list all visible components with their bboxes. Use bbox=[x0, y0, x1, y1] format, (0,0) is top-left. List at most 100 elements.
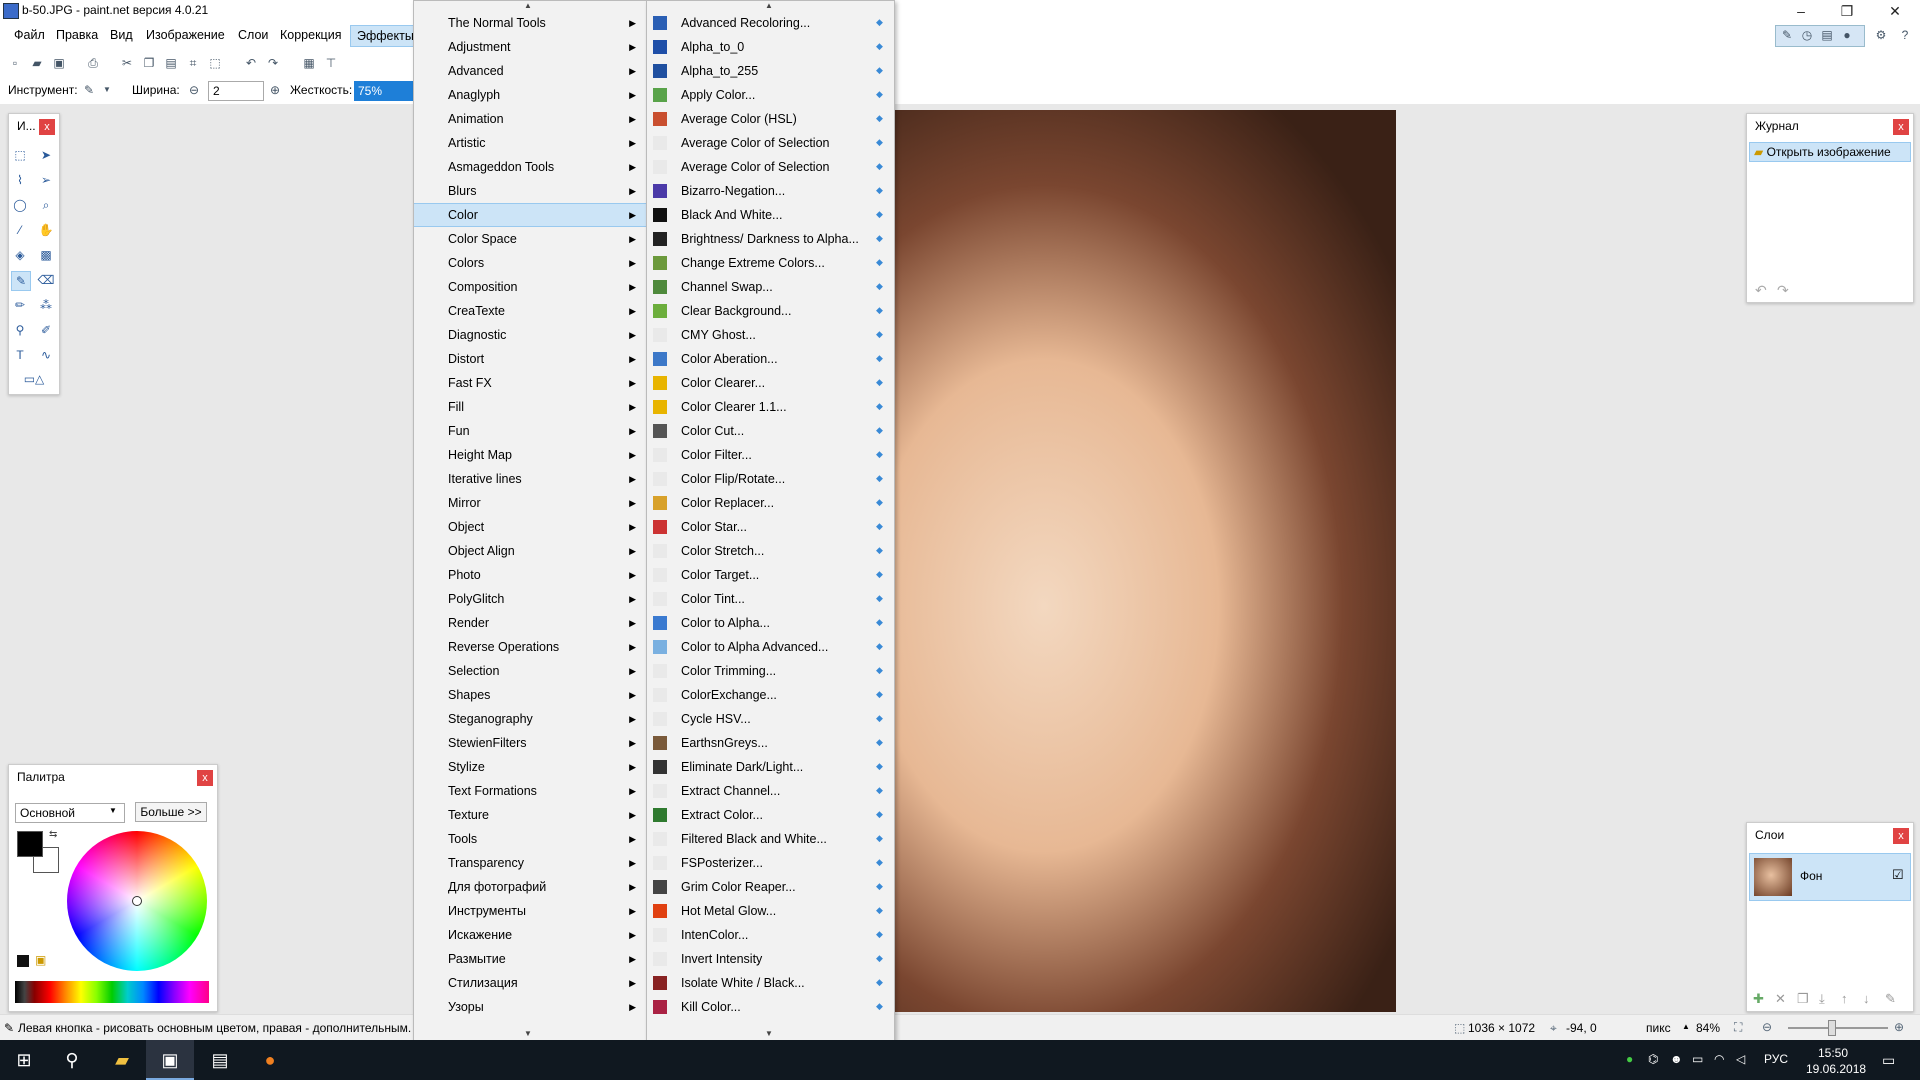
history-panel-close-button[interactable]: x bbox=[1893, 119, 1909, 135]
zoom-tool-icon[interactable]: ⌕ bbox=[37, 196, 55, 214]
color-submenu-item[interactable]: Alpha_to_255 ◆ bbox=[647, 59, 894, 83]
redo-icon[interactable]: ↷ bbox=[266, 56, 280, 70]
undo-icon[interactable]: ↶ bbox=[244, 56, 258, 70]
menu-file[interactable]: Файл bbox=[8, 28, 51, 42]
tray-people-icon[interactable]: ☻ bbox=[1670, 1052, 1683, 1066]
gradient-tool-icon[interactable]: ▩ bbox=[37, 246, 55, 264]
color-submenu-item[interactable]: Hot Metal Glow... ◆ bbox=[647, 899, 894, 923]
effects-menu-item[interactable]: Diagnostic ▶ bbox=[414, 323, 646, 347]
more-colors-button[interactable]: Больше >> bbox=[135, 802, 207, 822]
zoom-out-icon[interactable]: ⊖ bbox=[1762, 1020, 1772, 1034]
zoom-to-window-icon[interactable]: ⛶ bbox=[1734, 1020, 1742, 1035]
width-input[interactable]: 2 bbox=[208, 81, 264, 101]
color-submenu-item[interactable]: Color to Alpha Advanced... ◆ bbox=[647, 635, 894, 659]
effects-menu-item[interactable]: Advanced ▶ bbox=[414, 59, 646, 83]
layer-row[interactable]: Фон ☑ bbox=[1749, 853, 1911, 901]
magic-wand-tool-icon[interactable]: ⁄ bbox=[11, 221, 29, 239]
effects-menu-item[interactable]: Composition ▶ bbox=[414, 275, 646, 299]
color-wheel-cursor[interactable] bbox=[132, 896, 142, 906]
effects-menu-item[interactable]: Animation ▶ bbox=[414, 107, 646, 131]
primary-color-swatch[interactable] bbox=[17, 831, 43, 857]
color-submenu-item[interactable]: Channel Swap... ◆ bbox=[647, 275, 894, 299]
effects-menu-item[interactable]: Tools ▶ bbox=[414, 827, 646, 851]
color-submenu-item[interactable]: Color Tint... ◆ bbox=[647, 587, 894, 611]
tray-volume-icon[interactable]: ◁ bbox=[1736, 1052, 1745, 1066]
paste-icon[interactable]: ▤ bbox=[164, 56, 178, 70]
grid-icon[interactable]: ▦ bbox=[302, 56, 316, 70]
units-selector[interactable]: пикс bbox=[1646, 1021, 1671, 1035]
decrease-width-icon[interactable]: ⊖ bbox=[187, 83, 201, 97]
palette-panel-close-button[interactable]: x bbox=[197, 770, 213, 786]
tray-app-icon[interactable]: ● bbox=[1626, 1052, 1633, 1066]
cut-icon[interactable]: ✂ bbox=[120, 56, 134, 70]
effects-menu-item[interactable]: Blurs ▶ bbox=[414, 179, 646, 203]
color-picker-tool-icon[interactable]: ⁂ bbox=[37, 296, 55, 314]
scroll-up-arrow[interactable]: ▲ bbox=[524, 1, 532, 10]
effects-menu-item[interactable]: The Normal Tools ▶ bbox=[414, 11, 646, 35]
chevron-down-icon[interactable]: ▼ bbox=[109, 806, 117, 815]
layer-visibility-checkbox[interactable]: ☑ bbox=[1892, 867, 1904, 883]
effects-menu-item[interactable]: Инструменты ▶ bbox=[414, 899, 646, 923]
effects-menu-item[interactable]: CreaTexte ▶ bbox=[414, 299, 646, 323]
recolor-tool-icon[interactable]: ✐ bbox=[37, 321, 55, 339]
effects-menu-item[interactable]: Photo ▶ bbox=[414, 563, 646, 587]
search-icon[interactable]: ⚲ bbox=[48, 1040, 96, 1080]
move-layer-down-icon[interactable]: ↓ bbox=[1863, 991, 1870, 1006]
color-submenu-item[interactable]: Color Replacer... ◆ bbox=[647, 491, 894, 515]
effects-menu-item[interactable]: Для фотографий ▶ bbox=[414, 875, 646, 899]
color-submenu-item[interactable]: Clear Background... ◆ bbox=[647, 299, 894, 323]
color-submenu-item[interactable]: Average Color of Selection ◆ bbox=[647, 131, 894, 155]
color-submenu-item[interactable]: Extract Channel... ◆ bbox=[647, 779, 894, 803]
scroll-down-arrow[interactable]: ▼ bbox=[765, 1029, 773, 1038]
effects-menu-item[interactable]: Transparency ▶ bbox=[414, 851, 646, 875]
effects-menu-item[interactable]: StewienFilters ▶ bbox=[414, 731, 646, 755]
color-submenu-item[interactable]: Color Cut... ◆ bbox=[647, 419, 894, 443]
effects-menu-item[interactable]: Fun ▶ bbox=[414, 419, 646, 443]
color-submenu-item[interactable]: Bizarro-Negation... ◆ bbox=[647, 179, 894, 203]
effects-menu-item[interactable]: Узоры ▶ bbox=[414, 995, 646, 1019]
duplicate-layer-icon[interactable]: ❐ bbox=[1797, 991, 1809, 1007]
history-item[interactable]: ▰ Открыть изображение bbox=[1749, 142, 1911, 162]
color-submenu-item[interactable]: EarthsnGreys... ◆ bbox=[647, 731, 894, 755]
line-curve-tool-icon[interactable]: ∿ bbox=[37, 346, 55, 364]
text-tool-icon[interactable]: T bbox=[11, 346, 29, 364]
restore-button[interactable]: ❐ bbox=[1824, 0, 1870, 22]
effects-menu-item[interactable]: Steganography ▶ bbox=[414, 707, 646, 731]
chevron-down-icon[interactable]: ▼ bbox=[100, 83, 114, 97]
effects-menu-item[interactable]: Object Align ▶ bbox=[414, 539, 646, 563]
tray-network-icon[interactable]: ⌬ bbox=[1648, 1052, 1658, 1066]
color-submenu-item[interactable]: Color Trimming... ◆ bbox=[647, 659, 894, 683]
color-submenu-item[interactable]: Invert Intensity ◆ bbox=[647, 947, 894, 971]
image-canvas[interactable] bbox=[893, 110, 1396, 1012]
effects-menu-item[interactable]: Shapes ▶ bbox=[414, 683, 646, 707]
close-button[interactable]: ✕ bbox=[1872, 0, 1918, 22]
colors-window-icon[interactable]: ● bbox=[1840, 28, 1854, 42]
move-layer-up-icon[interactable]: ↑ bbox=[1841, 991, 1848, 1006]
palette-swatches[interactable] bbox=[15, 981, 209, 1003]
color-submenu-item[interactable]: Eliminate Dark/Light... ◆ bbox=[647, 755, 894, 779]
minimize-button[interactable]: – bbox=[1778, 0, 1824, 22]
brush-tool-icon[interactable]: ✎ bbox=[82, 83, 96, 97]
effects-menu-item[interactable]: Fill ▶ bbox=[414, 395, 646, 419]
effects-menu-item[interactable]: Distort ▶ bbox=[414, 347, 646, 371]
color-submenu-item[interactable]: Color Clearer 1.1... ◆ bbox=[647, 395, 894, 419]
zoom-slider[interactable] bbox=[1788, 1027, 1888, 1029]
color-submenu-item[interactable]: Color Aberation... ◆ bbox=[647, 347, 894, 371]
color-submenu-item[interactable]: Color Filter... ◆ bbox=[647, 443, 894, 467]
paint-bucket-tool-icon[interactable]: ◈ bbox=[11, 246, 29, 264]
file-explorer-icon[interactable]: ▰ bbox=[98, 1040, 146, 1080]
color-submenu-item[interactable]: Change Extreme Colors... ◆ bbox=[647, 251, 894, 275]
tray-battery-icon[interactable]: ▭ bbox=[1692, 1052, 1703, 1066]
paintnet-taskbar-icon[interactable]: ▣ bbox=[146, 1040, 194, 1080]
effects-menu-item[interactable]: Render ▶ bbox=[414, 611, 646, 635]
ruler-icon[interactable]: ⊤ bbox=[324, 56, 338, 70]
effects-menu-item[interactable]: Colors ▶ bbox=[414, 251, 646, 275]
action-center-icon[interactable]: ▭ bbox=[1882, 1052, 1895, 1069]
effects-menu-item[interactable]: PolyGlitch ▶ bbox=[414, 587, 646, 611]
effects-menu-item[interactable]: Object ▶ bbox=[414, 515, 646, 539]
pencil-tool-icon[interactable]: ✏ bbox=[11, 296, 29, 314]
color-submenu-item[interactable]: Color to Alpha... ◆ bbox=[647, 611, 894, 635]
start-button-windows-icon[interactable]: ⊞ bbox=[0, 1040, 48, 1080]
palette-options-icon[interactable]: ▣ bbox=[35, 953, 46, 967]
shapes-tool-icon[interactable]: ▭△ bbox=[19, 370, 49, 388]
